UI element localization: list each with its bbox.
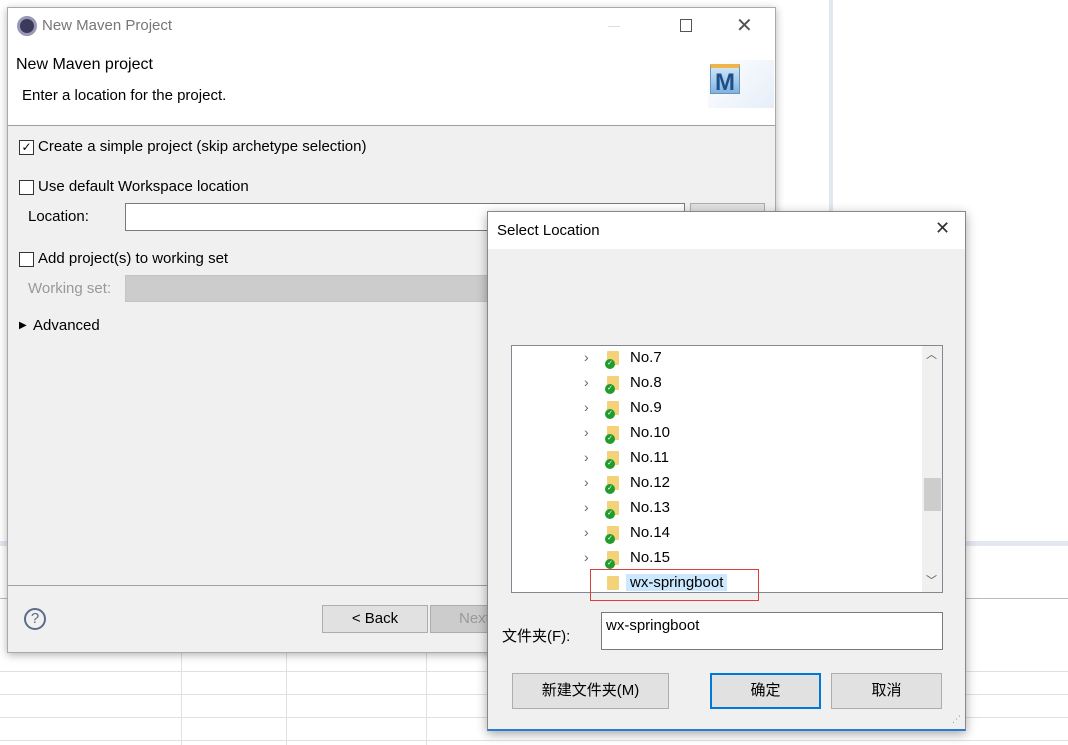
tree-item[interactable]: › ✓ No.7 bbox=[512, 346, 922, 371]
folder-input[interactable]: wx-springboot bbox=[601, 612, 943, 650]
synced-check-icon: ✓ bbox=[605, 559, 615, 569]
tree-item[interactable]: › ✓ No.15 bbox=[512, 546, 922, 571]
grid-line bbox=[0, 740, 1068, 741]
chevron-right-icon[interactable]: › bbox=[584, 374, 589, 390]
folder-tree[interactable]: › ✓ No.7 › ✓ No.8 › ✓ No.9 › ✓ No.10 › ✓ No.11 › ✓ No.12 ›… bbox=[511, 345, 943, 593]
cancel-button[interactable]: 取消 bbox=[831, 673, 942, 709]
folder-label: 文件夹(F): bbox=[502, 628, 571, 645]
ok-button[interactable]: 确定 bbox=[710, 673, 821, 709]
chevron-right-icon[interactable]: › bbox=[584, 349, 589, 365]
synced-check-icon: ✓ bbox=[605, 534, 615, 544]
dialog-title: Select Location bbox=[497, 222, 600, 239]
tree-item-label: No.11 bbox=[630, 449, 669, 466]
synced-check-icon: ✓ bbox=[605, 409, 615, 419]
tree-item-label: No.12 bbox=[630, 474, 671, 491]
select-location-dialog: Select Location ✕ › ✓ No.7 › ✓ No.8 › ✓ No.9 › ✓ No… bbox=[487, 211, 966, 731]
synced-check-icon: ✓ bbox=[605, 434, 615, 444]
synced-check-icon: ✓ bbox=[605, 359, 615, 369]
close-button[interactable]: ✕ bbox=[736, 13, 753, 38]
help-icon[interactable]: ? bbox=[24, 608, 46, 630]
maximize-button[interactable] bbox=[680, 19, 692, 32]
tree-item-label: No.8 bbox=[630, 374, 662, 391]
tree-item-label: No.10 bbox=[630, 424, 671, 441]
window-title: New Maven Project bbox=[42, 17, 173, 34]
working-set-label: Add project(s) to working set bbox=[38, 250, 229, 267]
scroll-up-icon[interactable]: ︿ bbox=[926, 346, 937, 362]
page-description: Enter a location for the project. bbox=[22, 87, 227, 104]
minimize-button[interactable] bbox=[608, 26, 620, 27]
expand-arrow-icon[interactable]: ▶ bbox=[19, 320, 27, 331]
tree-item[interactable]: › ✓ No.13 bbox=[512, 496, 922, 521]
synced-check-icon: ✓ bbox=[605, 384, 615, 394]
new-folder-button[interactable]: 新建文件夹(M) bbox=[512, 673, 669, 709]
tree-item-label: No.9 bbox=[630, 399, 662, 416]
grid-line bbox=[286, 652, 287, 745]
advanced-toggle[interactable]: Advanced bbox=[33, 317, 100, 334]
back-button[interactable]: < Back bbox=[322, 605, 428, 633]
create-simple-checkbox[interactable]: ✓ bbox=[19, 140, 34, 155]
use-default-label: Use default Workspace location bbox=[38, 178, 249, 195]
grid-line bbox=[426, 652, 427, 745]
tree-scrollbar[interactable]: ︿ ﹀ bbox=[922, 346, 942, 592]
tree-item-label: No.14 bbox=[630, 524, 671, 541]
resize-grip-icon[interactable]: ⋰ bbox=[952, 714, 961, 725]
title-bar: Select Location ✕ bbox=[488, 212, 965, 249]
chevron-right-icon[interactable]: › bbox=[584, 524, 589, 540]
chevron-right-icon[interactable]: › bbox=[584, 449, 589, 465]
synced-check-icon: ✓ bbox=[605, 509, 615, 519]
chevron-right-icon[interactable]: › bbox=[584, 399, 589, 415]
grid-line bbox=[181, 652, 182, 745]
synced-check-icon: ✓ bbox=[605, 459, 615, 469]
tree-item-label: No.15 bbox=[630, 549, 671, 566]
location-label: Location: bbox=[28, 208, 89, 225]
chevron-right-icon[interactable]: › bbox=[584, 474, 589, 490]
use-default-checkbox[interactable] bbox=[19, 180, 34, 195]
working-set-checkbox[interactable] bbox=[19, 252, 34, 267]
highlight-annotation bbox=[590, 569, 759, 601]
tree-item[interactable]: › ✓ No.14 bbox=[512, 521, 922, 546]
close-button[interactable]: ✕ bbox=[935, 218, 950, 239]
tree-item-label: No.13 bbox=[630, 499, 671, 516]
maven-logo-icon: M bbox=[710, 64, 740, 96]
tree-item-label: No.7 bbox=[630, 349, 662, 366]
tree-item[interactable]: › ✓ No.12 bbox=[512, 471, 922, 496]
title-bar: New Maven Project ✕ bbox=[8, 8, 775, 46]
wizard-header: New Maven project Enter a location for t… bbox=[8, 46, 775, 126]
scrollbar-thumb[interactable] bbox=[924, 478, 941, 511]
page-title: New Maven project bbox=[16, 56, 153, 73]
eclipse-icon bbox=[17, 16, 37, 36]
chevron-right-icon[interactable]: › bbox=[584, 549, 589, 565]
tree-item[interactable]: › ✓ No.9 bbox=[512, 396, 922, 421]
tree-item[interactable]: › ✓ No.10 bbox=[512, 421, 922, 446]
synced-check-icon: ✓ bbox=[605, 484, 615, 494]
chevron-right-icon[interactable]: › bbox=[584, 424, 589, 440]
tree-item[interactable]: › ✓ No.8 bbox=[512, 371, 922, 396]
working-set-field-label: Working set: bbox=[28, 280, 112, 297]
tree-item[interactable]: › ✓ No.11 bbox=[512, 446, 922, 471]
chevron-right-icon[interactable]: › bbox=[584, 499, 589, 515]
scroll-down-icon[interactable]: ﹀ bbox=[926, 572, 937, 588]
create-simple-label: Create a simple project (skip archetype … bbox=[38, 138, 367, 155]
